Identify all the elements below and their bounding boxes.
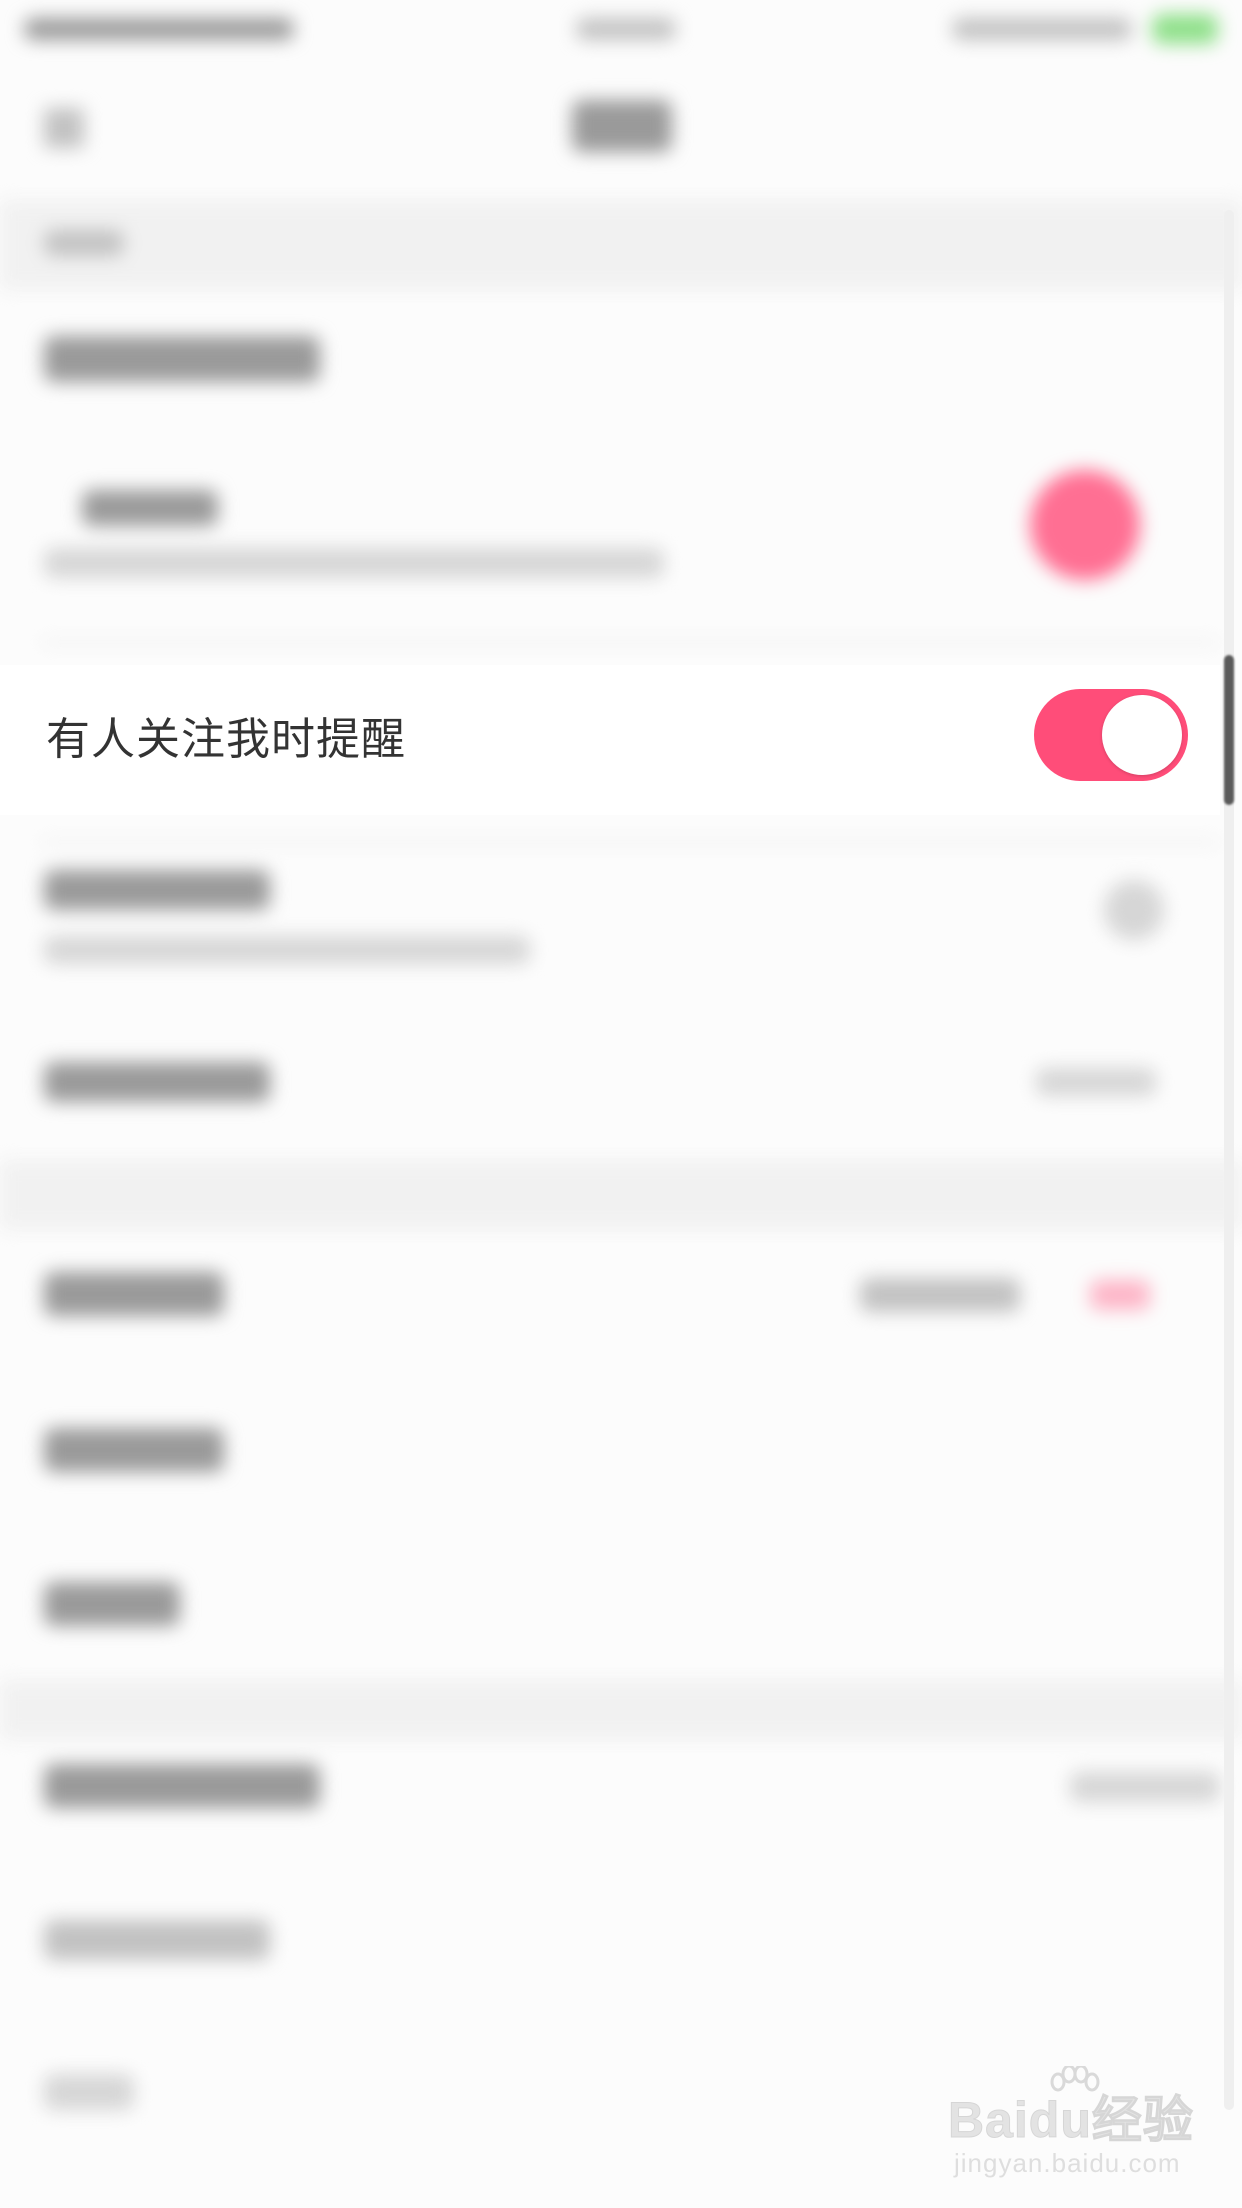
battery-icon xyxy=(1152,14,1218,44)
row-5-title xyxy=(44,1062,270,1102)
row-6-value xyxy=(860,1278,1020,1312)
nav-title xyxy=(572,100,672,152)
row-4-subtitle xyxy=(44,936,530,964)
section-gap xyxy=(0,1160,1242,1230)
divider xyxy=(40,840,1220,844)
follow-notification-row: 有人关注我时提醒 xyxy=(0,665,1220,815)
row-6-title xyxy=(44,1272,224,1316)
status-bar-carrier xyxy=(24,18,294,40)
follow-notification-toggle[interactable] xyxy=(1034,689,1188,781)
section-header-text xyxy=(44,230,124,256)
status-bar-indicators xyxy=(952,18,1132,40)
blurred-background xyxy=(0,0,1242,2208)
settings-screen: 有人关注我时提醒 Baidu经验 jingyan.baidu.com xyxy=(0,0,1242,2208)
row-2-title xyxy=(82,490,218,526)
row-9-title xyxy=(44,1764,320,1808)
scrollbar-thumb[interactable] xyxy=(1224,655,1234,805)
follow-notification-label: 有人关注我时提醒 xyxy=(46,714,406,765)
row-4-title xyxy=(44,870,270,910)
section-header-band xyxy=(0,200,1242,290)
row-8-title xyxy=(44,1582,180,1626)
status-bar-time xyxy=(576,18,676,40)
row-10-title xyxy=(44,1920,270,1960)
row-6-badge xyxy=(1090,1280,1150,1310)
baidu-jingyan-watermark: Baidu经验 jingyan.baidu.com xyxy=(948,2066,1228,2186)
row-2-toggle[interactable] xyxy=(1030,470,1140,580)
row-2-subtitle xyxy=(44,548,664,578)
row-7-title xyxy=(44,1428,224,1472)
scrollbar-track xyxy=(1224,210,1234,2110)
row-11-title xyxy=(44,2074,134,2110)
toggle-knob xyxy=(1102,695,1182,775)
back-icon[interactable] xyxy=(44,108,84,148)
section-gap xyxy=(0,1680,1242,1740)
watermark-brand: Baidu经验 xyxy=(948,2092,1194,2149)
divider xyxy=(40,640,1220,644)
row-4-control[interactable] xyxy=(1104,880,1164,940)
row-9-value xyxy=(1070,1772,1220,1802)
row-5-value xyxy=(1036,1068,1156,1096)
watermark-url: jingyan.baidu.com xyxy=(954,2148,1181,2178)
row-1-title xyxy=(44,336,320,382)
